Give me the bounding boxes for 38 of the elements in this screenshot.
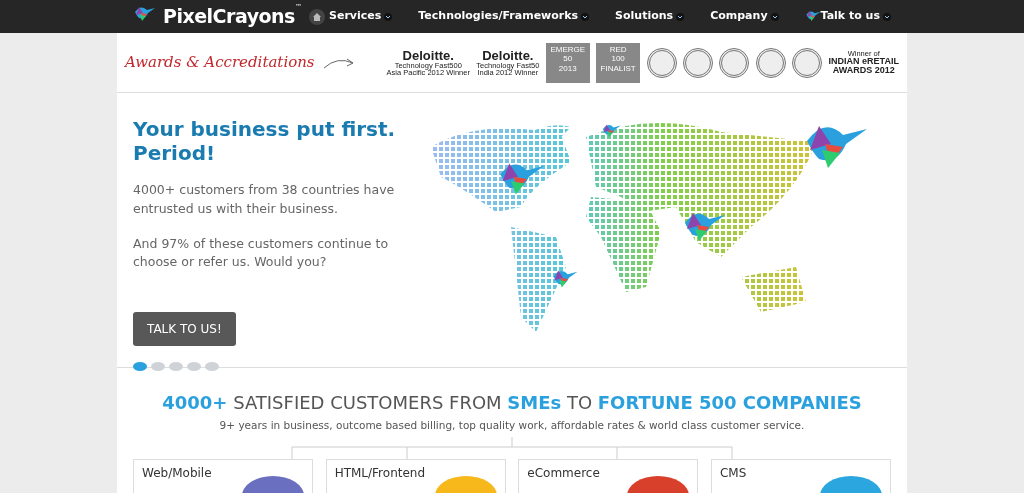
awards-heading: Awards & Accreditations: [125, 52, 315, 74]
service-title: HTML/Frontend: [334, 465, 426, 483]
nav-link[interactable]: Technologies/Frameworks: [418, 8, 590, 25]
nav-link[interactable]: Company: [710, 8, 779, 25]
award-logo: EMERGE 50 2013: [545, 42, 590, 83]
hero-heading: Your business put first. Period!: [133, 117, 397, 165]
caret-icon: [581, 12, 590, 21]
award-seal-icon: [755, 47, 786, 78]
slide-dot[interactable]: [187, 362, 201, 371]
caret-icon: [770, 12, 779, 21]
service-card[interactable]: CMS: [710, 459, 891, 493]
award-logo: RED 100 FINALIST: [596, 42, 641, 83]
service-card[interactable]: HTML/Frontend: [325, 459, 506, 493]
service-card[interactable]: eCommerce: [518, 459, 699, 493]
slide-dot[interactable]: [169, 362, 183, 371]
service-title: CMS: [719, 465, 747, 483]
award-seal-icon: [719, 47, 750, 78]
slide-dot[interactable]: [133, 362, 147, 371]
service-title: eCommerce: [527, 465, 600, 483]
customers-headline: 4000+ SATISFIED CUSTOMERS FROM SMEs TO FORTUNE 500 COMPANIES: [161, 392, 863, 414]
service-card[interactable]: Web/Mobile: [133, 459, 313, 493]
award-seal-icon: [646, 47, 677, 78]
caret-icon: [883, 12, 891, 21]
home-icon: [309, 8, 326, 25]
slide-dot[interactable]: [205, 362, 219, 371]
hero-paragraph: And 97% of these customers continue to choose or refer us. Would you?: [133, 234, 390, 272]
slide-dot[interactable]: [151, 362, 165, 371]
talk-button[interactable]: TALK TO US!: [133, 312, 236, 346]
award-seal-icon: [792, 47, 823, 78]
hero-paragraph: 4000+ customers from 38 countries have entrusted us with their business.: [133, 181, 396, 218]
caret-icon: [384, 12, 393, 21]
customers-subtitle: 9+ years in business, outcome based billing, top quality work, affordable rates & world class customer service.: [218, 417, 806, 433]
caret-icon: [676, 12, 685, 21]
nav-link[interactable]: Services: [329, 8, 393, 25]
nav-link[interactable]: Talk to us: [804, 8, 891, 25]
award-seal-icon: [682, 47, 713, 78]
service-title: Web/Mobile: [142, 465, 212, 483]
nav-link[interactable]: Solutions: [615, 8, 685, 25]
